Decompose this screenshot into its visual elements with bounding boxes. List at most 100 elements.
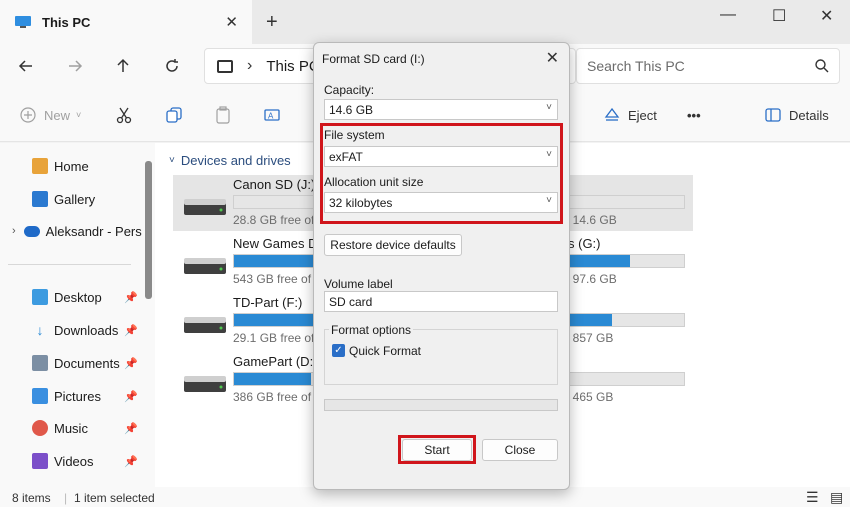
sidebar-item-gallery[interactable]: Gallery xyxy=(32,186,95,212)
new-button-label: New xyxy=(44,107,71,123)
sidebar-item-home[interactable]: Home xyxy=(32,153,89,179)
drive-usage-fill xyxy=(234,373,311,385)
quick-format-label: Quick Format xyxy=(349,344,422,358)
format-options-label: Format options xyxy=(329,323,414,337)
navigation-pane: Home Gallery › Aleksandr - Pers Desktop … xyxy=(0,143,155,487)
section-header-devices[interactable]: ˅ Devices and drives xyxy=(169,153,291,168)
pin-icon[interactable]: 📌 xyxy=(124,455,138,468)
copy-button[interactable] xyxy=(164,103,190,127)
sidebar-item-label: Videos xyxy=(54,453,94,469)
up-button[interactable] xyxy=(110,53,136,79)
status-divider: | xyxy=(64,491,68,505)
refresh-icon xyxy=(166,59,178,72)
section-title: Devices and drives xyxy=(180,153,291,168)
quick-format-checkbox[interactable]: ✓ xyxy=(332,344,345,357)
allocation-select[interactable]: 32 kilobytes ˅ xyxy=(324,192,558,213)
tiles-view-icon[interactable]: ▤ xyxy=(830,489,843,506)
eject-button[interactable]: Eject xyxy=(602,103,657,127)
chevron-right-icon: › xyxy=(247,57,253,74)
paste-button[interactable] xyxy=(213,103,239,127)
close-window-button[interactable]: ✕ xyxy=(820,6,833,26)
drive-name: GamePart (D:) xyxy=(233,354,318,369)
sidebar-item-desktop[interactable]: Desktop 📌 xyxy=(32,284,142,310)
search-placeholder: Search This PC xyxy=(587,58,685,74)
video-icon xyxy=(32,453,48,469)
arrow-right-icon xyxy=(69,60,83,72)
pin-icon[interactable]: 📌 xyxy=(124,291,138,304)
drive-free-space: 386 GB free of xyxy=(233,390,312,404)
sidebar-item-label: Documents xyxy=(54,355,120,371)
pin-icon[interactable]: 📌 xyxy=(124,357,138,370)
chevron-down-icon: ˅ xyxy=(546,195,552,206)
format-progress-bar xyxy=(324,399,558,411)
new-tab-button[interactable]: + xyxy=(266,11,278,34)
sidebar-item-music[interactable]: Music 📌 xyxy=(32,415,142,441)
gallery-icon xyxy=(32,191,48,207)
file-system-select[interactable]: exFAT ˅ xyxy=(324,146,558,167)
sidebar-item-label: Desktop xyxy=(54,289,102,305)
maximize-button[interactable]: ☐ xyxy=(772,6,786,26)
minimize-button[interactable]: — xyxy=(720,6,736,24)
sidebar-item-documents[interactable]: Documents 📌 xyxy=(32,350,142,376)
svg-text:A: A xyxy=(268,112,274,121)
format-dialog: Format SD card (I:) ✕ Capacity: 14.6 GB … xyxy=(313,42,570,490)
document-icon xyxy=(32,355,48,371)
cut-button[interactable] xyxy=(114,103,140,127)
volume-label-field[interactable]: SD card xyxy=(324,291,558,312)
drive-total-space: f 857 GB xyxy=(566,331,614,345)
sidebar-item-pictures[interactable]: Pictures 📌 xyxy=(32,383,142,409)
drive-total-space: f 465 GB xyxy=(566,390,614,404)
item-count: 8 items xyxy=(12,491,51,505)
pin-icon[interactable]: 📌 xyxy=(124,422,138,435)
chevron-right-icon: › xyxy=(12,225,16,237)
rename-button[interactable]: A xyxy=(262,103,288,127)
tab-this-pc[interactable]: This PC ✕ xyxy=(0,0,252,44)
sidebar-item-label: Aleksandr - Pers xyxy=(45,223,142,239)
more-options-button[interactable]: ••• xyxy=(687,103,701,127)
new-button[interactable]: New ˅ xyxy=(18,103,81,127)
details-pane-icon xyxy=(763,105,783,125)
sidebar-item-label: Gallery xyxy=(54,191,96,207)
drive-name: Canon SD (J:) xyxy=(233,177,316,192)
tab-close-icon[interactable]: ✕ xyxy=(225,13,238,31)
restore-defaults-button[interactable]: Restore device defaults xyxy=(324,234,462,256)
sidebar-item-label: Downloads xyxy=(54,322,119,338)
drive-icon xyxy=(184,376,226,392)
dialog-close-icon[interactable]: ✕ xyxy=(546,48,559,68)
sidebar-divider xyxy=(8,264,131,265)
pin-icon[interactable]: 📌 xyxy=(124,390,138,403)
title-bar: This PC ✕ + — ☐ ✕ xyxy=(0,0,850,44)
file-system-label: File system xyxy=(324,128,385,142)
clipboard-icon xyxy=(213,105,233,125)
plus-circle-icon xyxy=(18,105,38,125)
pin-icon[interactable]: 📌 xyxy=(124,324,138,337)
chevron-down-icon: ˅ xyxy=(546,102,552,113)
forward-button[interactable] xyxy=(62,53,88,79)
drive-name: TD-Part (F:) xyxy=(233,295,303,310)
sidebar-scrollbar[interactable] xyxy=(145,161,152,299)
drive-total-space: f 14.6 GB xyxy=(566,213,617,227)
rename-icon: A xyxy=(262,105,282,125)
details-label: Details xyxy=(789,107,829,123)
allocation-label: Allocation unit size xyxy=(324,175,424,189)
sidebar-item-videos[interactable]: Videos 📌 xyxy=(32,448,142,474)
volume-label-label: Volume label xyxy=(324,277,393,291)
refresh-button[interactable] xyxy=(159,53,185,79)
back-button[interactable] xyxy=(13,53,39,79)
list-view-icon[interactable]: ☰ xyxy=(806,489,819,506)
sidebar-item-onedrive[interactable]: › Aleksandr - Pers xyxy=(12,218,142,244)
close-button[interactable]: Close xyxy=(482,439,558,461)
eject-label: Eject xyxy=(628,107,657,123)
start-button[interactable]: Start xyxy=(402,439,472,461)
music-icon xyxy=(32,420,48,436)
arrow-left-icon xyxy=(18,60,32,72)
chevron-down-icon: ˅ xyxy=(169,155,175,166)
drive-icon xyxy=(184,258,226,274)
dialog-title: Format SD card (I:) xyxy=(322,52,425,66)
capacity-select[interactable]: 14.6 GB ˅ xyxy=(324,99,558,120)
status-bar: 8 items | 1 item selected ☰ ▤ xyxy=(0,487,850,507)
drive-icon xyxy=(184,317,226,333)
sidebar-item-downloads[interactable]: ↓ Downloads 📌 xyxy=(32,317,142,343)
search-input[interactable]: Search This PC xyxy=(576,48,840,84)
details-button[interactable]: Details xyxy=(763,103,829,127)
